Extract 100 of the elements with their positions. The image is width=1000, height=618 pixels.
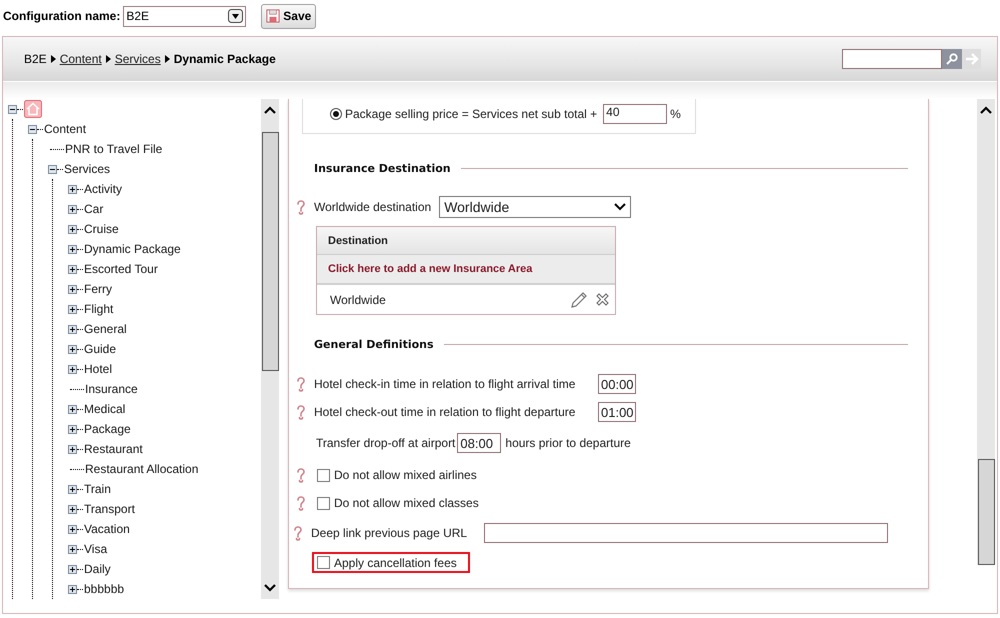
help-icon[interactable]: [296, 495, 306, 511]
tree-item[interactable]: Activity: [84, 182, 122, 196]
expand-toggle[interactable]: [68, 364, 77, 374]
help-icon[interactable]: [296, 199, 306, 215]
tree-item[interactable]: Train: [84, 482, 111, 496]
checkbox-label: Apply cancellation fees: [334, 556, 457, 570]
help-icon[interactable]: [296, 376, 306, 392]
table-cell-text: Worldwide: [330, 292, 387, 306]
pencil-icon[interactable]: [570, 290, 588, 308]
tree-item[interactable]: Insurance: [85, 382, 138, 396]
url-input[interactable]: [484, 523, 888, 543]
expand-toggle[interactable]: [68, 564, 77, 574]
breadcrumb-current: Dynamic Package: [174, 52, 276, 66]
breadcrumb-link[interactable]: Services: [114, 52, 161, 66]
tree-item[interactable]: Guide: [84, 342, 116, 356]
expand-toggle[interactable]: [68, 224, 77, 234]
field-label: Hotel check-out time in relation to flight departure: [314, 405, 576, 419]
config-name-label: Configuration name:: [3, 9, 120, 23]
field-label: Deep link previous page URL: [311, 526, 468, 540]
scroll-up-icon[interactable]: [264, 106, 276, 114]
expand-toggle[interactable]: [68, 504, 77, 514]
expand-toggle[interactable]: [68, 264, 77, 274]
tree-item[interactable]: Content: [44, 122, 86, 136]
checkbox[interactable]: [317, 556, 330, 569]
tree-item[interactable]: Vacation: [84, 522, 130, 536]
tree-item[interactable]: Dynamic Package: [84, 242, 181, 256]
expand-toggle[interactable]: [68, 444, 77, 454]
scrollbar-thumb[interactable]: [978, 459, 995, 565]
tree-item[interactable]: Services: [64, 162, 110, 176]
field-label: Worldwide destination: [314, 200, 432, 214]
scroll-up-icon[interactable]: [980, 106, 992, 114]
breadcrumb-link[interactable]: Content: [60, 52, 102, 66]
percent-label: %: [670, 107, 681, 121]
collapse-toggle[interactable]: [8, 104, 17, 114]
breadcrumb-item: B2E: [24, 52, 47, 66]
tree-item[interactable]: Visa: [84, 542, 108, 556]
time-input[interactable]: 08:00: [457, 433, 502, 453]
arrow-right-icon: [964, 53, 978, 65]
save-button[interactable]: Save: [261, 4, 316, 28]
collapse-toggle[interactable]: [48, 164, 57, 174]
breadcrumb-separator-icon: [164, 55, 170, 63]
tree-item[interactable]: Escorted Tour: [84, 262, 158, 276]
chevron-down-icon: [614, 203, 626, 211]
expand-toggle[interactable]: [68, 344, 77, 354]
help-icon[interactable]: [293, 525, 303, 541]
tree-item[interactable]: Daily: [84, 562, 111, 576]
markup-input[interactable]: 40: [603, 104, 668, 124]
dropdown-icon[interactable]: [228, 9, 244, 23]
time-input[interactable]: 00:00: [598, 374, 636, 394]
field-label: Transfer drop-off at airport: [316, 436, 456, 450]
destination-select[interactable]: Worldwide: [439, 196, 632, 218]
field-suffix: hours prior to departure: [505, 436, 631, 450]
column-header: Destination: [328, 234, 388, 246]
expand-toggle[interactable]: [68, 204, 77, 214]
tree-item[interactable]: Transport: [84, 502, 135, 516]
field-label: Hotel check-in time in relation to flight arrival time: [314, 377, 576, 391]
tree-item[interactable]: bbbbbb: [84, 582, 124, 596]
expand-toggle[interactable]: [68, 584, 77, 594]
tree-item[interactable]: PNR to Travel File: [65, 142, 162, 156]
tree-item[interactable]: Restaurant Allocation: [85, 462, 198, 476]
tree-item[interactable]: Cruise: [84, 222, 119, 236]
help-icon[interactable]: [296, 404, 306, 420]
checkbox[interactable]: [317, 496, 330, 510]
expand-toggle[interactable]: [68, 424, 77, 434]
checkbox-label: Do not allow mixed airlines: [334, 468, 477, 482]
expand-toggle[interactable]: [68, 544, 77, 554]
checkbox[interactable]: [317, 468, 330, 482]
home-icon[interactable]: [24, 100, 42, 118]
config-name-select[interactable]: B2E: [123, 6, 246, 26]
checkbox-label: Do not allow mixed classes: [334, 496, 479, 510]
tree-item[interactable]: Hotel: [84, 362, 112, 376]
search-icon: [946, 53, 958, 65]
time-input[interactable]: 01:00: [598, 402, 636, 422]
tree-item[interactable]: Ferry: [84, 282, 112, 296]
expand-toggle[interactable]: [68, 484, 77, 494]
tree-item[interactable]: Restaurant: [84, 442, 143, 456]
breadcrumb-separator-icon: [106, 55, 111, 63]
tree-item[interactable]: Car: [84, 202, 104, 216]
expand-toggle[interactable]: [68, 324, 77, 334]
tree-item[interactable]: Flight: [84, 302, 114, 316]
tree-item[interactable]: Medical: [84, 402, 126, 416]
expand-toggle[interactable]: [68, 184, 77, 194]
search-field[interactable]: [842, 49, 942, 69]
search-button[interactable]: [942, 49, 962, 69]
help-icon[interactable]: [296, 467, 306, 483]
pricing-label: Package selling price = Services net sub total +: [345, 107, 598, 121]
expand-toggle[interactable]: [68, 524, 77, 534]
delete-icon[interactable]: [596, 293, 609, 306]
expand-toggle[interactable]: [68, 304, 77, 314]
expand-toggle[interactable]: [68, 244, 77, 254]
scrollbar-thumb[interactable]: [262, 132, 279, 371]
tree-item[interactable]: General: [84, 322, 127, 336]
section-heading: General Definitions: [314, 338, 434, 350]
scroll-down-icon[interactable]: [264, 584, 276, 592]
tree-item[interactable]: Package: [84, 422, 131, 436]
section-heading: Insurance Destination: [314, 162, 451, 174]
expand-toggle[interactable]: [68, 404, 77, 414]
collapse-toggle[interactable]: [28, 124, 37, 134]
radio-button[interactable]: [330, 108, 342, 120]
expand-toggle[interactable]: [68, 284, 77, 294]
